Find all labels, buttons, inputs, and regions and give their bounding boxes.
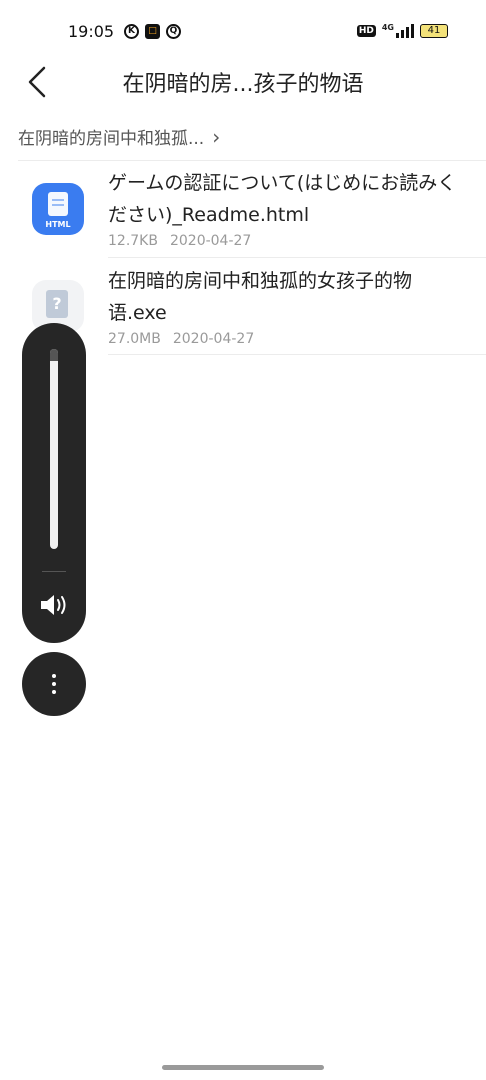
battery-icon: 41 bbox=[420, 24, 448, 38]
chevron-right-icon: › bbox=[212, 124, 221, 149]
file-meta: 27.0MB 2020-04-27 bbox=[108, 331, 254, 347]
volume-divider bbox=[42, 571, 66, 572]
speaker-icon[interactable] bbox=[38, 589, 70, 621]
breadcrumb[interactable]: 在阴暗的房间中和独孤... › bbox=[18, 124, 221, 150]
app-orange-icon: □ bbox=[145, 24, 160, 39]
volume-slider[interactable] bbox=[50, 349, 58, 549]
hd-icon: HD bbox=[356, 25, 376, 37]
file-list-item[interactable]: HTML ゲームの認証について(はじめにお読みください)_Readme.html… bbox=[0, 161, 486, 257]
file-date: 2020-04-27 bbox=[169, 233, 252, 249]
file-name: ゲームの認証について(はじめにお読みください)_Readme.html bbox=[108, 172, 457, 226]
file-size: 27.0MB bbox=[108, 331, 161, 347]
k-icon: K bbox=[124, 24, 139, 39]
page-title: 在阴暗的房...孩子的物语 bbox=[0, 66, 486, 98]
status-right-icons: HD 4G 41 bbox=[356, 22, 448, 38]
home-indicator[interactable] bbox=[162, 1065, 324, 1070]
breadcrumb-folder-label[interactable]: 在阴暗的房间中和独孤... bbox=[18, 124, 204, 149]
divider bbox=[108, 354, 486, 355]
more-vertical-icon bbox=[52, 674, 56, 694]
more-options-button[interactable] bbox=[22, 652, 86, 716]
status-notification-icons: K □ Q bbox=[124, 24, 181, 39]
question-mark-icon: ? bbox=[46, 290, 68, 318]
file-size: 12.7KB bbox=[108, 233, 158, 249]
html-file-icon: HTML bbox=[32, 183, 84, 235]
html-icon-label: HTML bbox=[45, 220, 71, 229]
status-time: 19:05 bbox=[68, 22, 115, 41]
volume-panel bbox=[22, 323, 86, 643]
file-meta: 12.7KB 2020-04-27 bbox=[108, 233, 251, 249]
status-bar: 19:05 K □ Q HD 4G 41 bbox=[0, 0, 486, 64]
q-icon: Q bbox=[166, 24, 181, 39]
signal-icon bbox=[396, 24, 414, 38]
page-title-text: 在阴暗的房...孩子的物语 bbox=[122, 72, 364, 97]
file-name: 在阴暗的房间中和独孤的女孩子的物语.exe bbox=[108, 270, 413, 324]
network-type-label: 4G bbox=[381, 22, 394, 32]
volume-slider-empty-part bbox=[50, 349, 58, 361]
file-date: 2020-04-27 bbox=[172, 331, 255, 347]
